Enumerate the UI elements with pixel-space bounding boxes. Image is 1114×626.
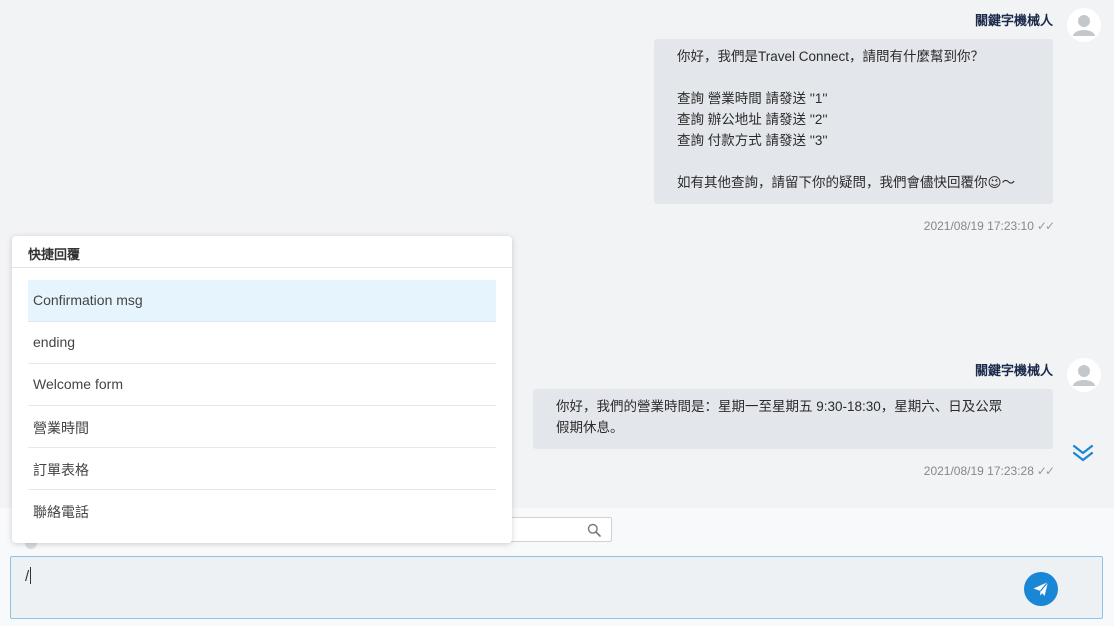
message-timestamp: 2021/08/19 17:23:28 ✓✓ — [923, 464, 1055, 478]
user-avatar-icon — [1073, 15, 1095, 36]
message-sender: 關鍵字機械人 — [974, 363, 1053, 378]
quick-reply-item[interactable]: 營業時間 — [28, 406, 496, 448]
avatar — [1067, 358, 1101, 392]
read-status-icon: ✓✓ — [1036, 464, 1055, 478]
quick-reply-list: Confirmation msg ending Welcome form 營業時… — [28, 280, 496, 532]
search-icon[interactable] — [587, 523, 601, 537]
quick-reply-item[interactable]: Welcome form — [28, 364, 496, 406]
message-bubble: 你好，我們的營業時間是：星期一至星期五 9:30-18:30，星期六、日及公眾 … — [533, 389, 1053, 449]
quick-reply-item[interactable]: ending — [28, 322, 496, 364]
quick-reply-item[interactable]: 訂單表格 — [28, 448, 496, 490]
timestamp-text: 2021/08/19 17:23:28 — [923, 464, 1034, 478]
user-avatar-icon — [1073, 365, 1095, 386]
read-status-icon: ✓✓ — [1036, 219, 1055, 233]
send-button[interactable] — [1024, 572, 1058, 606]
scroll-to-bottom-button[interactable] — [1071, 441, 1095, 465]
quick-reply-item[interactable]: Confirmation msg — [28, 280, 496, 322]
message-sender: 關鍵字機械人 — [974, 13, 1053, 28]
paper-plane-icon — [1033, 581, 1049, 596]
message-input-value: / — [25, 567, 32, 585]
message-input-text: / — [25, 568, 30, 585]
double-chevron-down-icon — [1072, 444, 1094, 462]
quick-reply-panel: 快捷回覆 Confirmation msg ending Welcome for… — [12, 236, 512, 543]
message-input[interactable]: / — [10, 556, 1103, 619]
text-caret — [30, 567, 32, 584]
quick-reply-title: 快捷回覆 — [12, 236, 512, 268]
search-input[interactable] — [500, 517, 612, 542]
timestamp-text: 2021/08/19 17:23:10 — [923, 219, 1034, 233]
avatar — [1067, 8, 1101, 42]
message-timestamp: 2021/08/19 17:23:10 ✓✓ — [923, 219, 1055, 233]
message-bubble: 你好，我們是Travel Connect，請問有什麼幫到你？ 查詢 營業時間 請… — [654, 39, 1053, 204]
quick-reply-item[interactable]: 聯絡電話 — [28, 490, 496, 532]
